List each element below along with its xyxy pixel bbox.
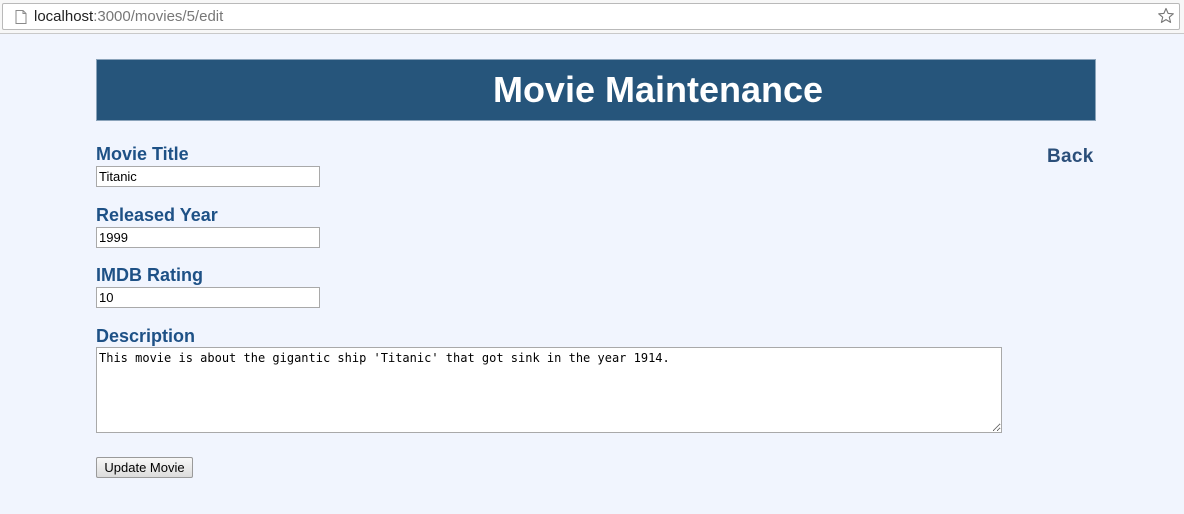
- imdb-rating-label: IMDB Rating: [96, 265, 203, 285]
- page-icon: [15, 10, 27, 24]
- back-link[interactable]: Back: [1047, 146, 1094, 168]
- address-bar[interactable]: localhost:3000/movies/5/edit: [2, 3, 1180, 30]
- movie-title-label: Movie Title: [96, 144, 189, 164]
- url-path: :3000/movies/5/edit: [93, 8, 224, 25]
- movie-title-input[interactable]: [96, 166, 320, 187]
- released-year-label: Released Year: [96, 205, 218, 225]
- update-movie-button[interactable]: Update Movie: [96, 457, 193, 478]
- browser-toolbar: localhost:3000/movies/5/edit: [0, 0, 1184, 34]
- page-header: Movie Maintenance: [96, 59, 1096, 121]
- released-year-input[interactable]: [96, 227, 320, 248]
- url-host: localhost: [34, 8, 94, 25]
- imdb-rating-input[interactable]: [96, 287, 320, 308]
- description-textarea[interactable]: This movie is about the gigantic ship 'T…: [96, 347, 1002, 433]
- url-text[interactable]: localhost:3000/movies/5/edit: [34, 8, 223, 25]
- star-icon[interactable]: [1157, 7, 1175, 25]
- page-title: Movie Maintenance: [492, 69, 824, 110]
- description-label: Description: [96, 326, 196, 346]
